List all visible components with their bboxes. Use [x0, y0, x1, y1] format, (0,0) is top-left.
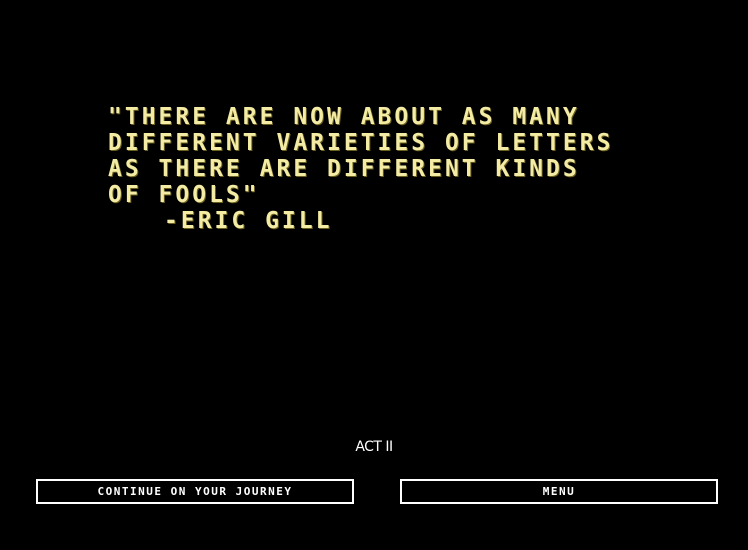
continue-journey-button[interactable]: CONTINUE ON YOUR JOURNEY	[36, 479, 354, 504]
menu-button[interactable]: MENU	[400, 479, 718, 504]
quote-block: "THERE ARE NOW ABOUT AS MANY DIFFERENT V…	[108, 104, 688, 234]
quote-line-2: DIFFERENT VARIETIES OF LETTERS	[108, 130, 614, 156]
act-label: ACT II	[355, 439, 393, 455]
quote-line-1: "THERE ARE NOW ABOUT AS MANY	[108, 104, 580, 130]
quote-line-3: AS THERE ARE DIFFERENT KINDS	[108, 156, 580, 182]
quote-attribution: -ERIC GILL	[164, 208, 333, 234]
quote-line-4: OF FOOLS"	[108, 182, 260, 208]
game-screen: "THERE ARE NOW ABOUT AS MANY DIFFERENT V…	[0, 0, 748, 550]
